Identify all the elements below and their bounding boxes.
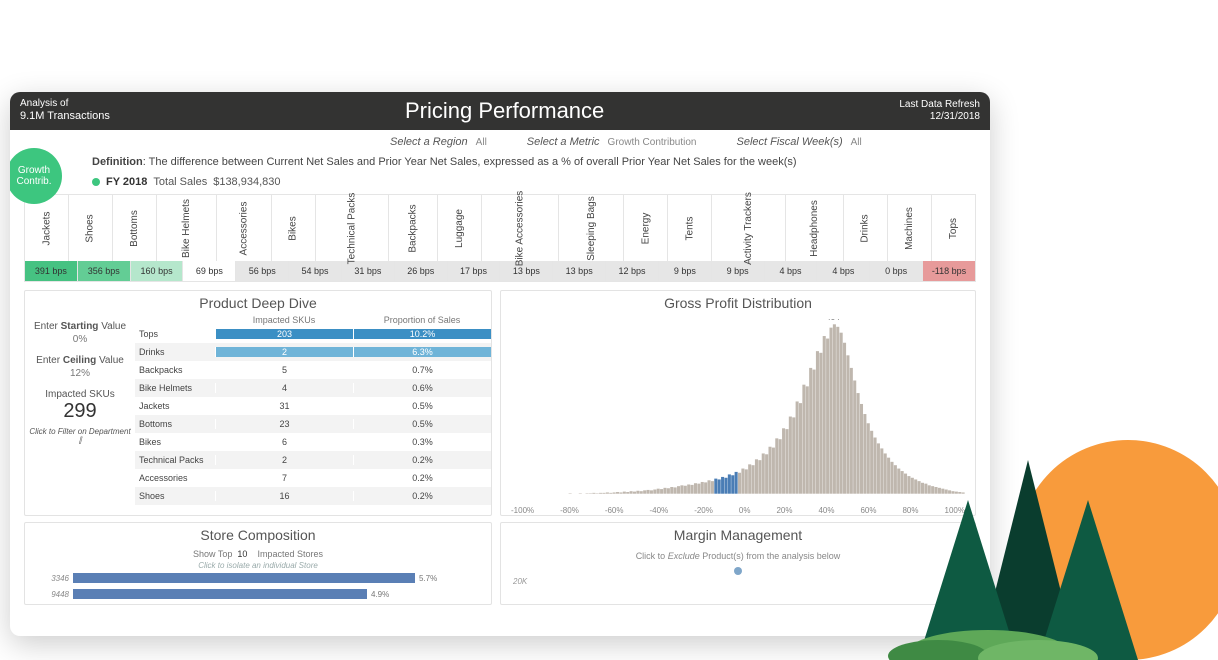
gross-profit-panel: Gross Profit Distribution 404 -100%-80%-… (500, 290, 976, 516)
category-bps-value[interactable]: 26 bps (395, 261, 448, 281)
store-bar-row[interactable]: 94484.9% (35, 586, 481, 602)
category-header[interactable]: Sleeping Bags (559, 195, 625, 261)
category-bps-value[interactable]: 0 bps (870, 261, 923, 281)
category-header[interactable]: Jackets (25, 195, 69, 261)
dashboard-window: Growth Contrib. Analysis of 9.1M Transac… (10, 92, 990, 636)
category-header[interactable]: Tents (668, 195, 712, 261)
analysis-info: Analysis of 9.1M Transactions (20, 98, 110, 123)
show-top-control[interactable]: Show Top 10 Impacted Stores (35, 549, 481, 559)
category-bps-value[interactable]: 12 bps (606, 261, 659, 281)
svg-text:404: 404 (826, 319, 840, 322)
store-composition-panel: Store Composition Show Top 10 Impacted S… (24, 522, 492, 605)
category-bps-value[interactable]: 17 bps (448, 261, 501, 281)
category-bps-value[interactable]: 9 bps (659, 261, 712, 281)
metric-filter[interactable]: Select a MetricGrowth Contribution (527, 136, 697, 148)
deep-dive-row[interactable]: Bottoms230.5% (135, 415, 491, 433)
category-bps-value[interactable]: 56 bps (236, 261, 289, 281)
fy-amount: $138,934,830 (213, 176, 280, 188)
margin-point-icon[interactable] (734, 567, 742, 575)
page-title: Pricing Performance (405, 98, 604, 124)
category-bps-value[interactable]: -118 bps (923, 261, 975, 281)
category-header[interactable]: Tops (932, 195, 975, 261)
deep-dive-row[interactable]: Accessories70.2% (135, 469, 491, 487)
category-header[interactable]: Accessories (217, 195, 272, 261)
week-filter[interactable]: Select Fiscal Week(s)All (736, 136, 861, 148)
filter-hint[interactable]: Click to Filter on Department ⫿ (29, 427, 131, 446)
store-hint: Click to isolate an individual Store (35, 561, 481, 570)
analysis-value: 9.1M Transactions (20, 110, 110, 123)
deep-dive-row[interactable]: Backpacks50.7% (135, 361, 491, 379)
refresh-value: 12/31/2018 (899, 111, 980, 123)
category-header[interactable]: Shoes (69, 195, 113, 261)
margin-y-label: 20K (513, 577, 527, 586)
refresh-info: Last Data Refresh 12/31/2018 (899, 99, 980, 123)
definition-text: Definition: The difference between Curre… (10, 152, 990, 174)
deep-dive-row[interactable]: Tops20310.2% (135, 325, 491, 343)
deep-dive-row[interactable]: Shoes160.2% (135, 487, 491, 505)
category-header[interactable]: Bikes (272, 195, 316, 261)
impacted-sku-count: Impacted SKUs 299 Click to Filter on Dep… (29, 389, 131, 446)
category-header[interactable]: Backpacks (389, 195, 438, 261)
col-impacted-skus: Impacted SKUs (215, 315, 353, 325)
refresh-label: Last Data Refresh (899, 99, 980, 111)
category-bps-value[interactable]: 4 bps (817, 261, 870, 281)
deep-dive-row[interactable]: Bikes60.3% (135, 433, 491, 451)
category-bps-value[interactable]: 13 bps (500, 261, 553, 281)
category-header[interactable]: Activity Trackers (712, 195, 786, 261)
fy-sub: Total Sales (153, 176, 207, 188)
category-bps-value[interactable]: 4 bps (765, 261, 818, 281)
deep-dive-row[interactable]: Technical Packs20.2% (135, 451, 491, 469)
category-bps-table[interactable]: JacketsShoesBottomsBike HelmetsAccessori… (24, 194, 976, 282)
category-header[interactable]: Headphones (786, 195, 844, 261)
category-bps-value[interactable]: 13 bps (553, 261, 606, 281)
topbar: Analysis of 9.1M Transactions Pricing Pe… (10, 92, 990, 130)
deep-dive-row[interactable]: Bike Helmets40.6% (135, 379, 491, 397)
legend-dot-icon (92, 178, 100, 186)
category-bps-value[interactable]: 356 bps (78, 261, 131, 281)
category-bps-value[interactable]: 160 bps (131, 261, 184, 281)
product-deep-dive-panel: Product Deep Dive Enter Starting Value 0… (24, 290, 492, 516)
deep-dive-title: Product Deep Dive (25, 291, 491, 315)
category-header[interactable]: Luggage (438, 195, 482, 261)
exclude-link[interactable]: Exclude (668, 551, 700, 561)
fiscal-year-summary: FY 2018 Total Sales $138,934,830 (10, 174, 990, 194)
store-bar-row[interactable]: 33465.7% (35, 570, 481, 586)
category-bps-value[interactable]: 54 bps (289, 261, 342, 281)
col-proportion: Proportion of Sales (353, 315, 491, 325)
margin-title: Margin Management (501, 523, 975, 547)
filter-row: Select a RegionAll Select a MetricGrowth… (10, 130, 990, 152)
store-title: Store Composition (25, 523, 491, 547)
deep-dive-row[interactable]: Jackets310.5% (135, 397, 491, 415)
histogram-chart[interactable]: 404 -100%-80%-60%-40%-20%0%20%40%60%80%1… (501, 315, 975, 515)
category-header[interactable]: Bike Helmets (157, 195, 217, 261)
margin-management-panel: Margin Management Click to Exclude Produ… (500, 522, 976, 605)
fy-label: FY 2018 (106, 176, 147, 188)
deep-dive-row[interactable]: Drinks26.3% (135, 343, 491, 361)
category-header[interactable]: Bottoms (113, 195, 157, 261)
category-header[interactable]: Technical Packs (316, 195, 389, 261)
category-header[interactable]: Machines (888, 195, 932, 261)
category-bps-value[interactable]: 391 bps (25, 261, 78, 281)
distribution-title: Gross Profit Distribution (501, 291, 975, 315)
region-filter[interactable]: Select a RegionAll (390, 136, 487, 148)
category-header[interactable]: Drinks (844, 195, 888, 261)
category-bps-value[interactable]: 9 bps (712, 261, 765, 281)
category-bps-value[interactable]: 69 bps (183, 261, 236, 281)
category-header[interactable]: Energy (624, 195, 668, 261)
starting-value-input[interactable]: Enter Starting Value 0% (29, 321, 131, 345)
ceiling-value-input[interactable]: Enter Ceiling Value 12% (29, 355, 131, 379)
category-header[interactable]: Bike Accessories (482, 195, 559, 261)
analysis-label: Analysis of (20, 98, 110, 110)
